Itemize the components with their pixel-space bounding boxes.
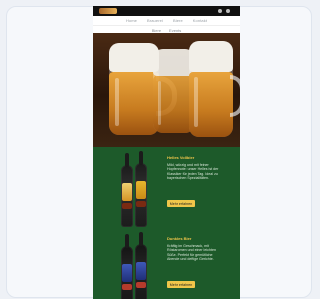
product-title: Dunkles Bier (167, 236, 192, 241)
bottle-label-secondary (136, 201, 146, 207)
top-bar (93, 6, 240, 16)
menu-icon[interactable] (226, 9, 230, 13)
bottle-neck (139, 232, 143, 246)
bottle-neck (125, 234, 129, 248)
nav-link-biere[interactable]: Biere (173, 18, 183, 23)
glass-glint (194, 77, 198, 128)
product-description: Kräftig im Geschmack, mit Röstaromen und… (167, 244, 216, 261)
hero-image (93, 33, 240, 147)
beer-foam (109, 43, 159, 73)
beer-bottle-image (135, 151, 147, 227)
bottle-label-secondary (122, 203, 132, 209)
product-title: Helles Vollbier (167, 155, 195, 160)
beer-foam (189, 41, 233, 72)
product-button[interactable]: Mehr erfahren (167, 281, 195, 288)
glass-glint (115, 77, 119, 126)
nav-link-kontakt[interactable]: Kontakt (193, 18, 207, 23)
nav-link-home[interactable]: Home (126, 18, 137, 23)
bottle-label (122, 183, 132, 201)
bottle-neck (125, 153, 129, 167)
top-icons (218, 8, 234, 14)
sub-link-biere[interactable]: Biere (152, 28, 161, 33)
bottle-label-secondary (122, 284, 132, 290)
website-preview: Home Brauerei Biere Kontakt Biere Events (93, 6, 240, 299)
logo[interactable] (99, 8, 117, 14)
bottle-label (136, 181, 146, 199)
beer-bottle-image (135, 232, 147, 299)
product-section: Helles Vollbier Mild, würzig und mit fei… (93, 147, 240, 231)
product-description: Mild, würzig und mit feiner Hopfennote: … (167, 163, 219, 180)
glass-glint (158, 80, 162, 125)
main-nav: Home Brauerei Biere Kontakt (93, 16, 240, 25)
product-button[interactable]: Mehr erfahren (167, 200, 195, 207)
product-section: Dunkles Bier Kräftig im Geschmack, mit R… (93, 226, 240, 299)
bottle-neck (139, 151, 143, 165)
sub-link-events[interactable]: Events (169, 28, 181, 33)
beer-bottle-image (121, 234, 133, 299)
bottle-label (122, 264, 132, 282)
nav-link-brauerei[interactable]: Brauerei (147, 18, 163, 23)
bottle-label (136, 262, 146, 280)
bottle-label-secondary (136, 282, 146, 288)
mug-handle (230, 75, 240, 117)
search-icon[interactable] (218, 9, 222, 13)
beer-mug (189, 41, 233, 137)
beer-mug (109, 43, 159, 135)
beer-bottle-image (121, 153, 133, 227)
